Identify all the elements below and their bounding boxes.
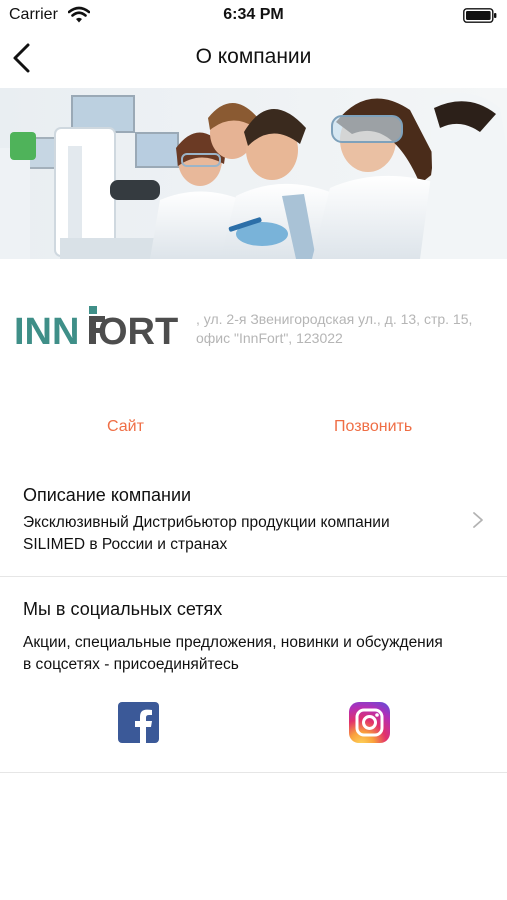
social-text: Акции, специальные предложения, новинки … bbox=[23, 634, 443, 673]
description-text[interactable]: Эксклюзивный Дистрибьютор продукции комп… bbox=[23, 512, 443, 556]
battery-icon bbox=[463, 8, 497, 23]
instagram-icon[interactable] bbox=[349, 702, 390, 743]
svg-text:ORT: ORT bbox=[98, 311, 178, 352]
call-link[interactable]: Позвонить bbox=[334, 418, 412, 436]
section-divider bbox=[0, 576, 507, 577]
navigation-bar: О компании bbox=[0, 30, 507, 86]
description-title[interactable]: Описание компании bbox=[23, 485, 191, 506]
page-title: О компании bbox=[195, 45, 312, 68]
clock-label: 6:34 PM bbox=[223, 6, 284, 23]
innfort-logo: INN ORT bbox=[14, 306, 178, 352]
website-link[interactable]: Сайт bbox=[107, 418, 144, 436]
company-banner-image bbox=[0, 88, 507, 259]
social-title: Мы в социальных сетях bbox=[23, 599, 223, 619]
section-divider bbox=[0, 772, 507, 773]
status-bar: Carrier 6:34 PM bbox=[0, 0, 507, 30]
facebook-icon[interactable] bbox=[118, 702, 159, 743]
chevron-right-icon[interactable] bbox=[472, 511, 484, 529]
company-address: , ул. 2-я Звенигородская ул., д. 13, стр… bbox=[196, 311, 473, 346]
laboratory-photo bbox=[0, 88, 507, 259]
svg-text:INN: INN bbox=[14, 311, 79, 352]
